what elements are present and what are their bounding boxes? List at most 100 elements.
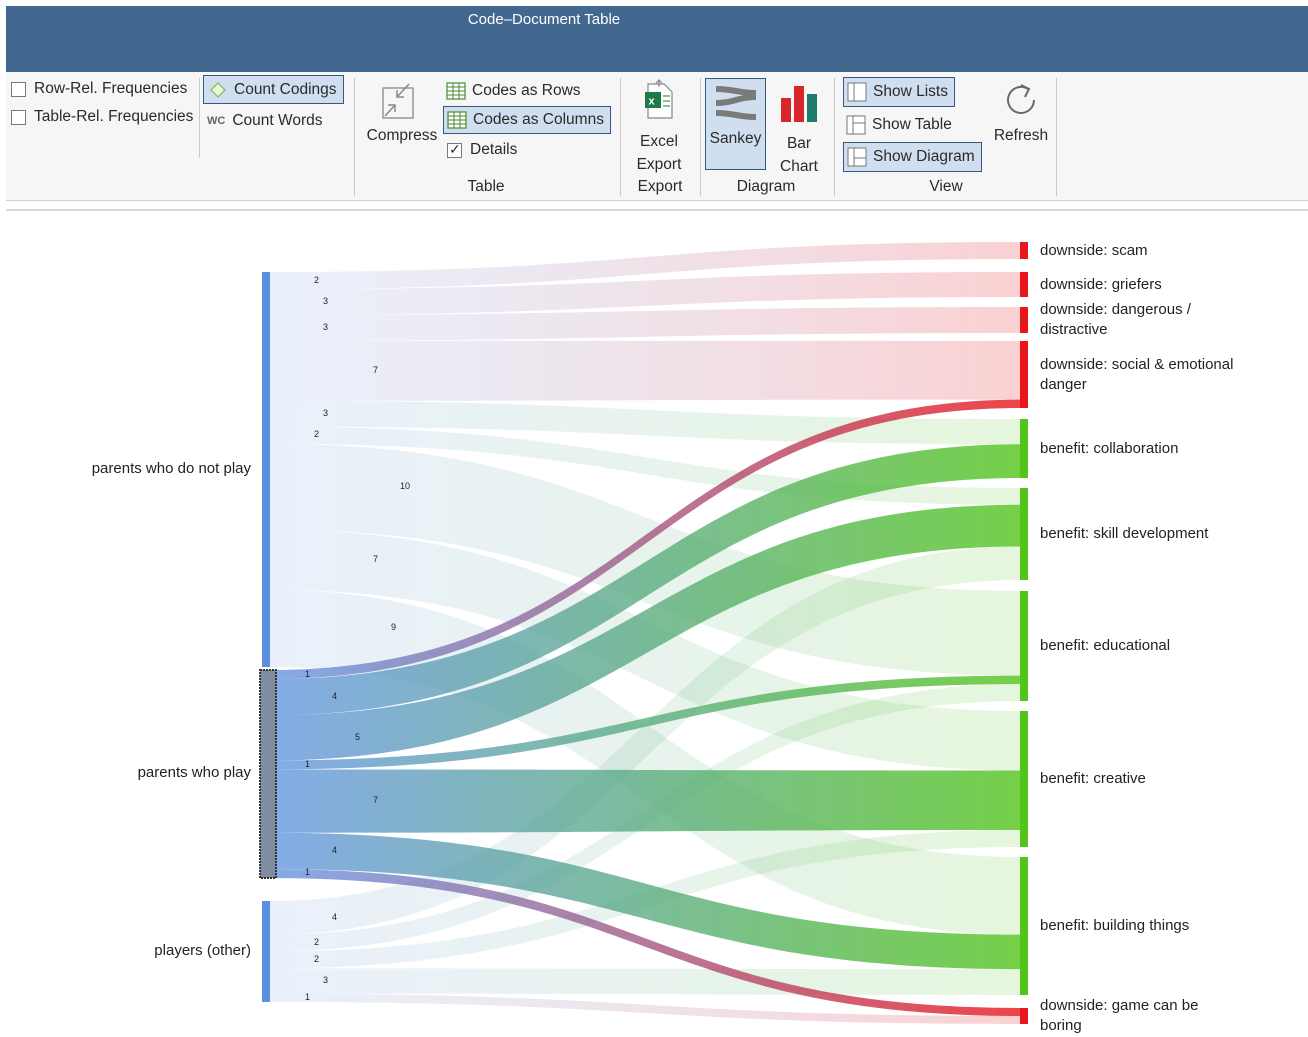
refresh-label: Refresh: [993, 127, 1049, 144]
export-group-label: Export: [637, 178, 683, 195]
source-node-label: parents who do not play: [91, 459, 251, 477]
target-node-bar[interactable]: [1020, 242, 1028, 259]
target-node-bar[interactable]: [1020, 272, 1028, 297]
grid-columns-icon: [447, 111, 467, 129]
sankey-label: Sankey: [709, 130, 762, 147]
table-rel-label: Table-Rel. Frequencies: [34, 108, 194, 125]
separator: [199, 78, 200, 158]
sankey-flow[interactable]: [269, 684, 1023, 952]
target-label-line: benefit: skill development: [1040, 525, 1209, 542]
checkbox-icon: [11, 109, 26, 125]
target-label-line: benefit: creative: [1040, 770, 1146, 787]
sankey-flow[interactable]: [269, 444, 1023, 716]
sankey-flow[interactable]: [269, 400, 1023, 445]
sankey-flow[interactable]: [269, 830, 1023, 969]
table-rel-frequencies-checkbox[interactable]: Table-Rel. Frequencies: [11, 108, 193, 126]
count-words-button[interactable]: WC Count Words: [207, 108, 323, 134]
codes-as-columns-button[interactable]: Codes as Columns: [443, 106, 611, 134]
sankey-flow[interactable]: [269, 307, 1023, 341]
details-checkbox[interactable]: Details: [447, 141, 517, 159]
source-node-label: players (other): [154, 941, 251, 959]
excel-export-button[interactable]: x Excel Export: [628, 78, 690, 174]
sankey-flow[interactable]: [269, 868, 1023, 1016]
refresh-icon: [1007, 84, 1035, 114]
flow-value-label: 1: [305, 758, 311, 769]
table-group-label: Table: [467, 178, 505, 195]
target-node-bar[interactable]: [1020, 341, 1028, 408]
target-node-bar[interactable]: [1020, 591, 1028, 701]
diagram-group-label: Diagram: [736, 178, 796, 195]
flow-value-label: 9: [391, 622, 397, 633]
flow-value-label: 5: [355, 731, 361, 742]
sankey-flow[interactable]: [269, 272, 1023, 315]
sankey-button[interactable]: Sankey: [705, 78, 766, 170]
sankey-flow[interactable]: [269, 340, 1023, 401]
sankey-flow[interactable]: [269, 426, 1023, 505]
target-node-bar[interactable]: [1020, 488, 1028, 580]
svg-text:x: x: [649, 96, 656, 108]
bar-label-line1: Bar: [786, 135, 812, 152]
sankey-flow[interactable]: [269, 504, 1023, 761]
source-node-bar[interactable]: [259, 669, 277, 879]
sankey-flow[interactable]: [269, 968, 1023, 995]
target-label-line: downside: dangerous /: [1040, 301, 1191, 318]
view-group-label: View: [929, 178, 963, 195]
show-diagram-button[interactable]: Show Diagram: [843, 142, 982, 172]
flow-value-label: 4: [332, 844, 338, 855]
count-codings-button[interactable]: Count Codings: [203, 75, 344, 104]
grid-rows-icon: [446, 82, 466, 100]
sankey-flow[interactable]: [269, 399, 1023, 680]
flow-value-label: 7: [373, 364, 379, 375]
sankey-flow[interactable]: [269, 589, 1023, 935]
target-node-bar[interactable]: [1020, 1008, 1028, 1024]
excel-label-line2: Export: [636, 156, 682, 173]
codes-as-rows-button[interactable]: Codes as Rows: [446, 78, 585, 104]
checkbox-icon: [11, 81, 26, 97]
details-label: Details: [470, 141, 518, 158]
sankey-flow[interactable]: [269, 675, 1023, 770]
sankey-flow[interactable]: [269, 443, 1023, 676]
target-node-bar[interactable]: [1020, 857, 1028, 995]
bar-chart-button[interactable]: Bar Chart: [772, 78, 826, 175]
compress-icon: [382, 83, 414, 119]
coding-diamond-icon: [210, 81, 226, 98]
compress-button[interactable]: Compress: [364, 78, 440, 154]
target-node-label: benefit: educational: [1040, 636, 1170, 656]
source-node-bar[interactable]: [262, 272, 270, 667]
excel-icon: x: [645, 79, 673, 119]
flow-value-label: 4: [332, 911, 338, 922]
sankey-flow[interactable]: [269, 242, 1023, 290]
sankey-flow[interactable]: [269, 993, 1023, 1024]
target-node-bar[interactable]: [1020, 711, 1028, 847]
sankey-flow[interactable]: [269, 832, 1023, 970]
row-rel-label: Row-Rel. Frequencies: [34, 80, 188, 97]
target-node-bar[interactable]: [1020, 307, 1028, 333]
count-codings-label: Count Codings: [234, 80, 337, 98]
source-node-bar[interactable]: [262, 901, 270, 1002]
lists-layout-icon: [847, 82, 867, 102]
window-title: Code–Document Table: [467, 11, 621, 28]
refresh-button[interactable]: Refresh: [988, 78, 1054, 154]
target-node-label: downside: game can be boring: [1040, 996, 1198, 1036]
flow-value-label: 4: [332, 691, 338, 702]
show-table-label: Show Table: [872, 116, 952, 133]
separator: [834, 78, 835, 196]
show-table-button[interactable]: Show Table: [846, 111, 952, 139]
show-diagram-label: Show Diagram: [873, 148, 975, 165]
target-label-line: downside: social & emotional: [1040, 355, 1234, 373]
sankey-flow[interactable]: [269, 546, 1023, 935]
show-lists-label: Show Lists: [873, 83, 948, 100]
separator: [354, 78, 355, 196]
table-layout-icon: [846, 115, 866, 135]
target-node-label: downside: dangerous / distractive: [1040, 300, 1191, 340]
target-node-bar[interactable]: [1020, 419, 1028, 478]
target-label-line: downside: scam: [1040, 241, 1148, 259]
flow-value-label: 2: [314, 274, 320, 285]
sankey-flow[interactable]: [269, 529, 1023, 771]
row-rel-frequencies-checkbox[interactable]: Row-Rel. Frequencies: [11, 80, 187, 98]
diagram-layout-icon: [847, 147, 867, 167]
flow-value-label: 2: [314, 429, 320, 440]
word-count-icon: WC: [207, 115, 226, 127]
show-lists-button[interactable]: Show Lists: [843, 77, 955, 107]
sankey-flow[interactable]: [269, 769, 1023, 833]
